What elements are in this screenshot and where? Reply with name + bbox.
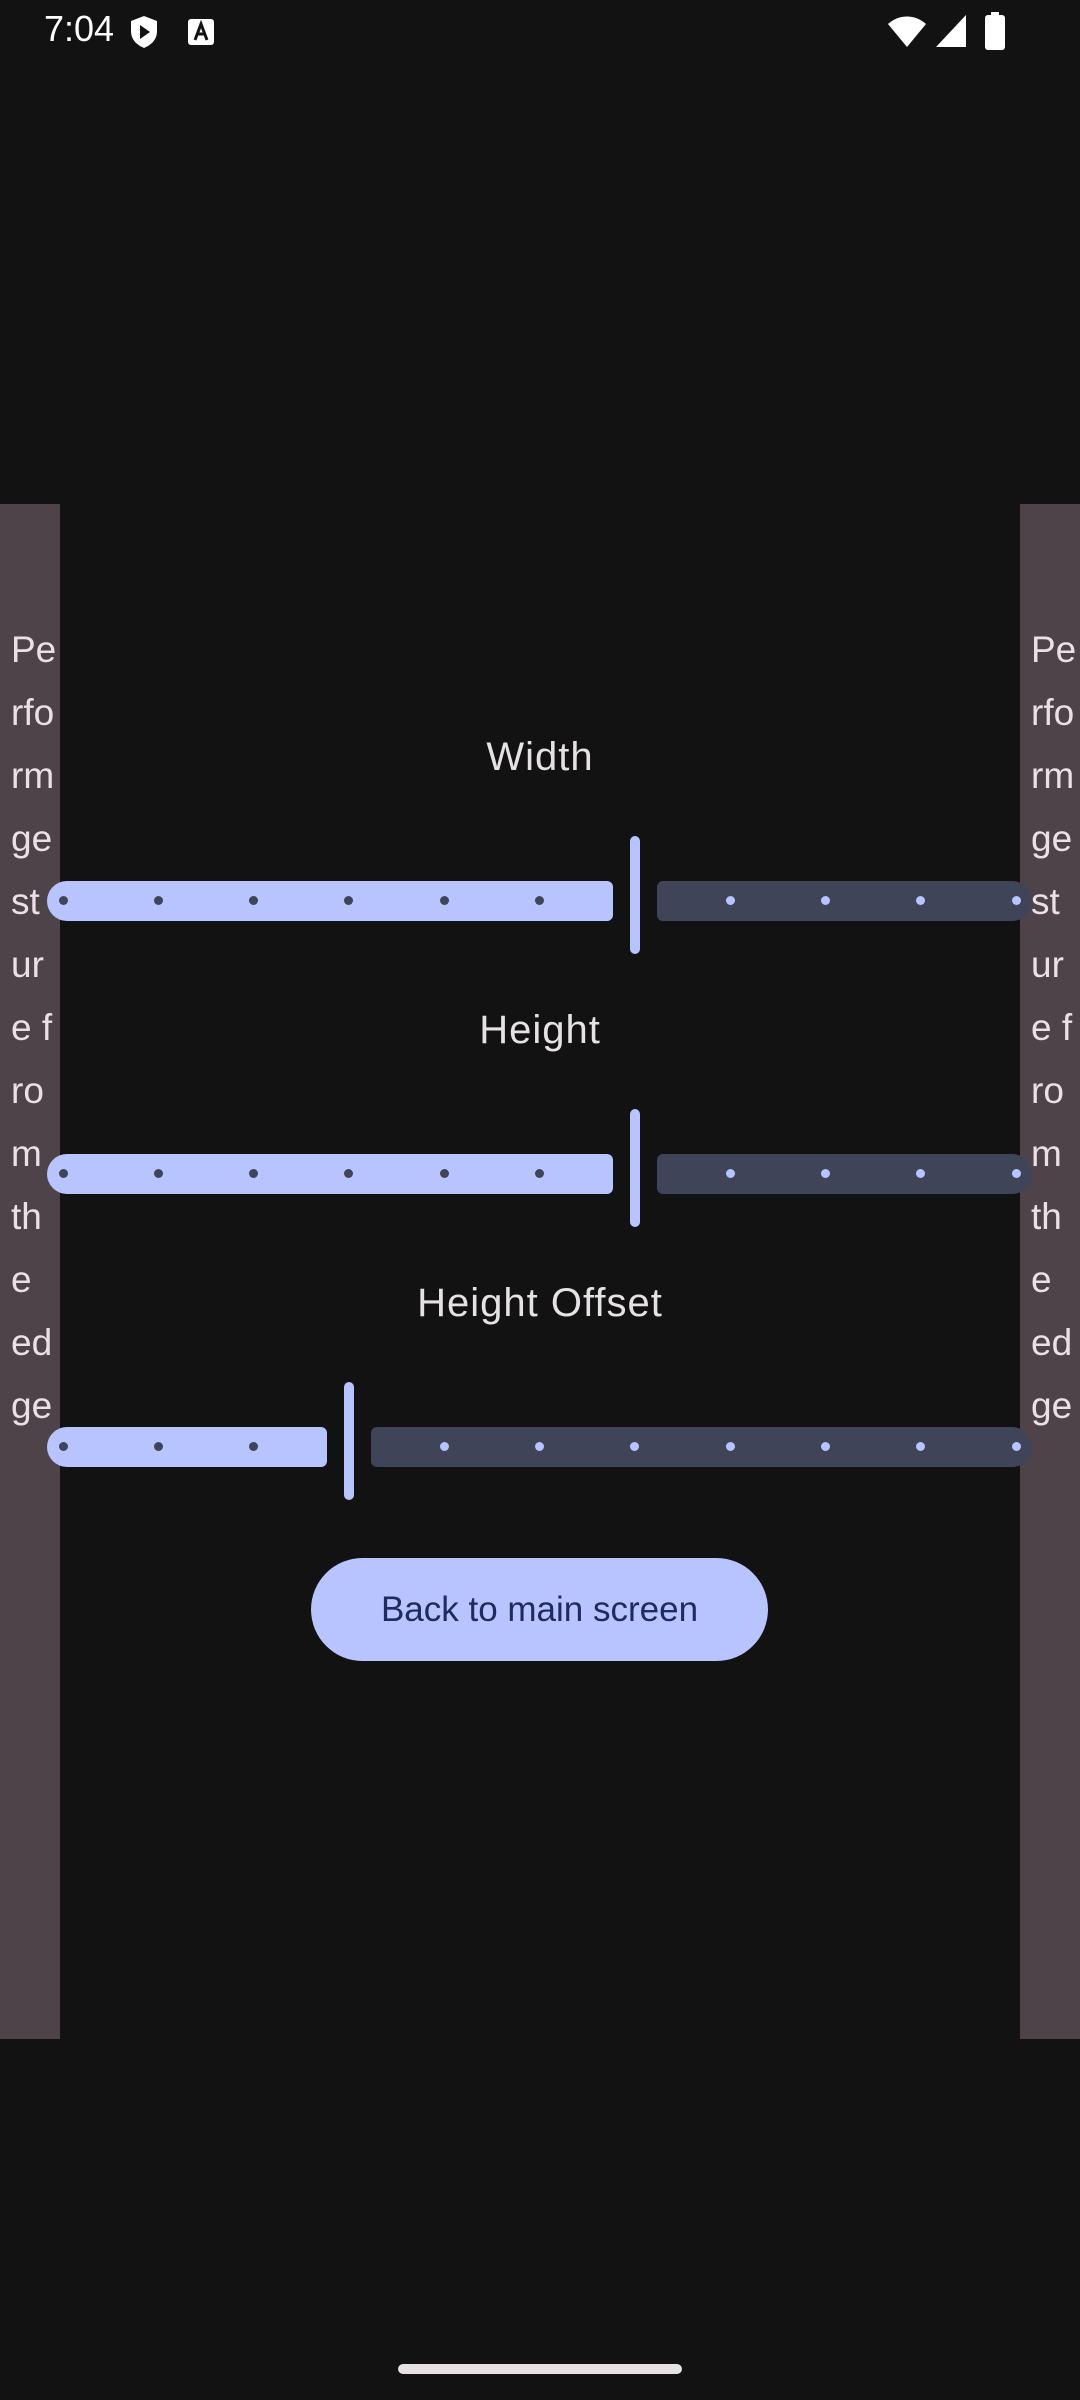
slider-tick (153, 1442, 163, 1451)
width-slider[interactable] (47, 836, 1032, 956)
back-to-main-button[interactable]: Back to main screen (311, 1558, 768, 1661)
cell-signal-icon (935, 14, 967, 53)
slider-tick (725, 896, 735, 905)
slider-tick (439, 896, 449, 905)
slider-inactive-track (370, 1427, 1032, 1467)
slider-tick (153, 1169, 163, 1178)
slider-tick (725, 1442, 735, 1451)
slider-active-track (47, 1154, 613, 1194)
slider-handle[interactable] (629, 836, 640, 954)
slider-inactive-track (656, 881, 1032, 921)
slider-tick (725, 1169, 735, 1178)
slider-handle[interactable] (343, 1382, 354, 1500)
slider-tick (58, 896, 68, 905)
slider-tick (1011, 1442, 1021, 1451)
play-shield-icon (128, 14, 160, 55)
slider-active-track (47, 1427, 327, 1467)
slider-tick (535, 896, 544, 905)
slider-tick (535, 1169, 544, 1178)
slider-tick (1011, 896, 1021, 905)
width-label: Width (486, 735, 594, 779)
keyboard-a-icon (187, 18, 215, 51)
height-label: Height (479, 1008, 601, 1052)
slider-handle[interactable] (629, 1109, 640, 1227)
slider-tick (439, 1442, 449, 1451)
slider-tick (439, 1169, 449, 1178)
slider-inactive-track (656, 1154, 1032, 1194)
status-time: 7:04 (44, 8, 115, 49)
height-offset-slider[interactable] (47, 1382, 1032, 1502)
height-slider[interactable] (47, 1109, 1032, 1229)
slider-active-track (47, 881, 613, 921)
slider-tick (820, 896, 830, 905)
slider-tick (820, 1442, 830, 1451)
battery-icon (985, 12, 1005, 55)
slider-tick (1011, 1169, 1021, 1178)
slider-tick (58, 1169, 68, 1178)
slider-tick (153, 896, 163, 905)
slider-tick (58, 1442, 68, 1451)
wifi-icon (887, 14, 927, 53)
slider-tick (535, 1442, 544, 1451)
status-bar: 7:04 (0, 0, 1080, 62)
home-indicator[interactable] (398, 2364, 682, 2374)
slider-tick (820, 1169, 830, 1178)
height-offset-label: Height Offset (417, 1281, 663, 1325)
